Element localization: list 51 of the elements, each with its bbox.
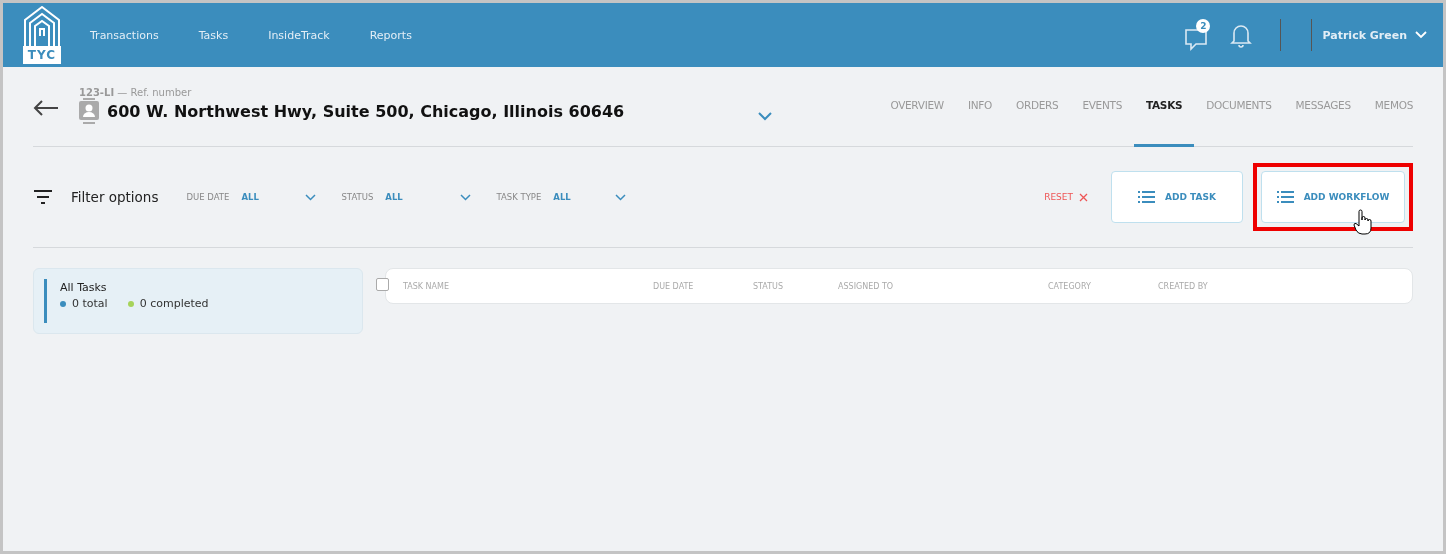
- chevron-down-icon: [615, 193, 627, 201]
- column-header[interactable]: TASK NAME: [403, 281, 653, 291]
- tab[interactable]: MEMOS: [1362, 99, 1413, 146]
- chat-icon: [1184, 27, 1209, 51]
- chevron-down-icon[interactable]: [758, 111, 773, 121]
- reference-number: 123-LI — Ref. number: [79, 87, 193, 98]
- filter-title: Filter options: [71, 189, 159, 205]
- tab[interactable]: MESSAGES: [1283, 99, 1363, 146]
- select-all-checkbox[interactable]: [376, 278, 389, 291]
- column-header[interactable]: STATUS: [753, 281, 838, 291]
- filter-dropdown[interactable]: DUE DATE ALL: [186, 192, 337, 202]
- summary-title: All Tasks: [60, 281, 108, 294]
- reset-link[interactable]: RESET: [1044, 192, 1088, 202]
- bell-icon[interactable]: [1230, 22, 1253, 48]
- messages-button[interactable]: 2: [1184, 19, 1211, 51]
- chevron-down-icon: [305, 193, 317, 201]
- message-count-badge: 2: [1196, 19, 1211, 33]
- filter-dropdown[interactable]: STATUS ALL: [341, 192, 492, 202]
- filter-dropdown[interactable]: TASK TYPE ALL: [496, 192, 647, 202]
- nav-link[interactable]: Transactions: [90, 28, 159, 42]
- property-address: 600 W. Northwest Hwy, Suite 500, Chicago, Illinois 60646: [107, 101, 625, 121]
- filter-icon: [33, 190, 53, 204]
- nav-link[interactable]: Reports: [369, 28, 412, 42]
- nav-link[interactable]: Tasks: [198, 28, 229, 42]
- tab[interactable]: TASKS: [1134, 99, 1195, 147]
- logo-text: TYC: [26, 47, 58, 64]
- chevron-down-icon: [460, 193, 472, 201]
- tab[interactable]: DOCUMENTS: [1194, 99, 1284, 146]
- column-header[interactable]: CREATED BY: [1158, 281, 1278, 291]
- column-header[interactable]: CATEGORY: [1048, 281, 1158, 291]
- list-icon: [1276, 191, 1294, 203]
- logo-icon[interactable]: [23, 6, 61, 64]
- chevron-down-icon: [1415, 31, 1427, 39]
- column-header[interactable]: DUE DATE: [653, 281, 753, 291]
- tab[interactable]: OVERVIEW: [878, 99, 956, 146]
- tab[interactable]: EVENTS: [1070, 99, 1134, 146]
- contact-card-icon: [79, 98, 99, 124]
- tab[interactable]: ORDERS: [1003, 99, 1071, 146]
- user-menu[interactable]: Patrick Green: [1322, 28, 1427, 42]
- add-button[interactable]: ADD WORKFLOW: [1261, 171, 1405, 223]
- nav-link[interactable]: InsideTrack: [268, 28, 330, 42]
- hand-cursor-icon: [1353, 209, 1373, 235]
- add-button[interactable]: ADD TASK: [1111, 171, 1243, 223]
- close-icon: [1079, 192, 1088, 202]
- stat-text: 0 total: [72, 297, 108, 310]
- column-header[interactable]: ASSIGNED TO: [838, 281, 1048, 291]
- list-icon: [1138, 191, 1156, 203]
- summary-card[interactable]: All Tasks 0 total 0 completed: [33, 268, 363, 334]
- stat-text: 0 completed: [139, 297, 209, 310]
- back-arrow-icon[interactable]: [33, 99, 59, 117]
- tab[interactable]: INFO: [955, 99, 1004, 146]
